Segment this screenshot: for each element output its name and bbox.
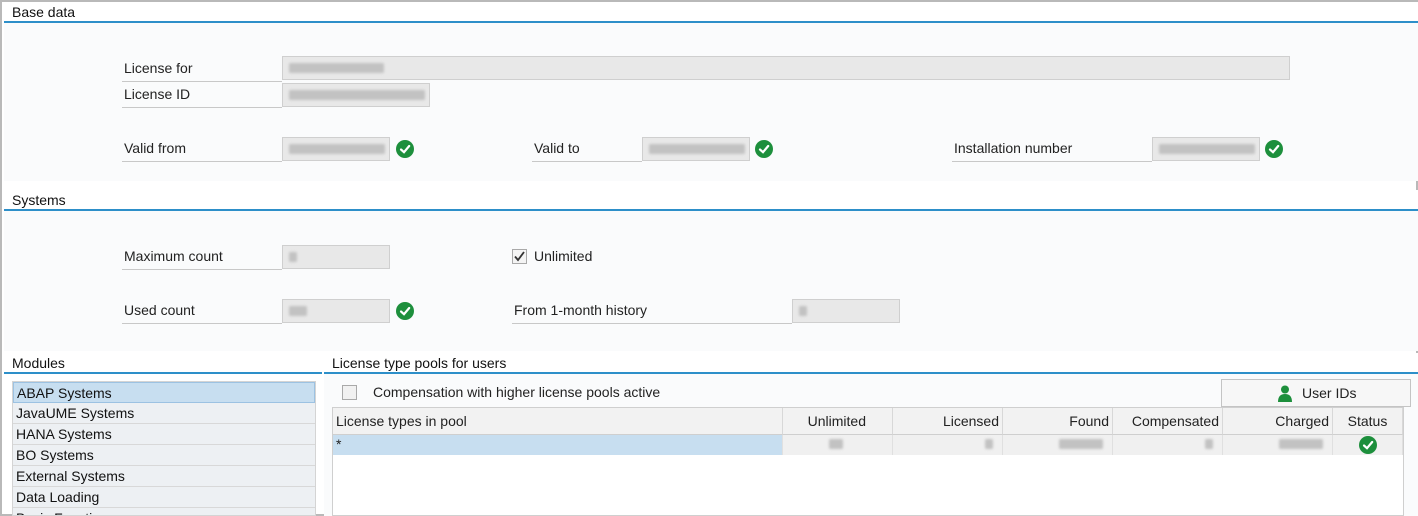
pools-header: License type pools for users [324, 353, 1418, 374]
license-window: Base data License for License ID Valid f… [0, 0, 1418, 516]
license-for-value-masked [289, 63, 384, 73]
base-data-title: Base data [12, 4, 76, 20]
license-id-value-masked [289, 90, 425, 100]
installation-number-check-icon [1265, 140, 1283, 158]
valid-to-field [642, 137, 750, 161]
modules-header: Modules [4, 353, 322, 374]
module-item-javaume[interactable]: JavaUME Systems [13, 403, 315, 424]
modules-list: ABAP Systems JavaUME Systems HANA System… [12, 381, 316, 516]
history-label: From 1-month history [512, 298, 792, 324]
systems-title: Systems [12, 192, 66, 208]
license-id-field [282, 83, 430, 107]
col-header-status[interactable]: Status [1333, 408, 1403, 435]
license-for-field [282, 56, 1290, 80]
compensation-label: Compensation with higher license pools a… [373, 384, 661, 400]
col-header-licensed[interactable]: Licensed [893, 408, 1003, 435]
base-data-header: Base data [4, 2, 1418, 23]
license-for-label: License for [122, 56, 282, 82]
module-item-abap[interactable]: ABAP Systems [13, 382, 315, 403]
base-data-body: License for License ID Valid from Valid … [4, 23, 1418, 181]
used-count-label: Used count [122, 298, 282, 324]
valid-from-value-masked [289, 144, 385, 154]
module-item-basis-functions[interactable]: Basis Functions [13, 508, 315, 515]
unlimited-label: Unlimited [534, 248, 593, 264]
valid-to-label: Valid to [532, 136, 642, 162]
modules-title: Modules [12, 355, 65, 371]
installation-number-field [1152, 137, 1260, 161]
cell-licensed-masked [985, 439, 993, 449]
used-count-field [282, 299, 390, 323]
cell-charged [1223, 435, 1333, 455]
cell-license-type[interactable]: * [333, 435, 783, 455]
cell-found [1003, 435, 1113, 455]
systems-body: Maximum count Unlimited Used count From … [4, 211, 1418, 351]
history-value-masked [799, 306, 807, 316]
cell-compensated-masked [1205, 439, 1213, 449]
module-item-data-loading[interactable]: Data Loading [13, 487, 315, 508]
cell-licensed [893, 435, 1003, 455]
col-header-found[interactable]: Found [1003, 408, 1113, 435]
valid-to-check-icon [755, 140, 773, 158]
valid-from-field [282, 137, 390, 161]
module-item-hana[interactable]: HANA Systems [13, 424, 315, 445]
history-field [792, 299, 900, 323]
unlimited-checkbox[interactable] [512, 249, 527, 264]
cell-charged-masked [1279, 439, 1323, 449]
col-header-charged[interactable]: Charged [1223, 408, 1333, 435]
installation-number-value-masked [1159, 144, 1255, 154]
cell-compensated [1113, 435, 1223, 455]
col-header-unlimited[interactable]: Unlimited [783, 408, 893, 435]
user-ids-button[interactable]: User IDs [1221, 379, 1411, 407]
license-id-label: License ID [122, 82, 282, 108]
col-header-compensated[interactable]: Compensated [1113, 408, 1223, 435]
valid-to-value-masked [649, 144, 745, 154]
col-header-license-types[interactable]: License types in pool [333, 408, 783, 435]
maximum-count-field [282, 245, 390, 269]
installation-number-label: Installation number [952, 136, 1152, 162]
compensation-checkbox[interactable] [342, 385, 357, 400]
module-item-bo[interactable]: BO Systems [13, 445, 315, 466]
maximum-count-value-masked [289, 252, 297, 262]
cell-unlimited-masked [829, 439, 843, 449]
cell-status [1333, 435, 1403, 455]
pools-table: License types in pool Unlimited Licensed… [332, 407, 1404, 516]
user-icon [1278, 385, 1292, 402]
used-count-check-icon [396, 302, 414, 320]
status-ok-icon [1359, 436, 1377, 454]
used-count-value-masked [289, 306, 307, 316]
valid-from-check-icon [396, 140, 414, 158]
maximum-count-label: Maximum count [122, 244, 282, 270]
cell-license-type-value: * [336, 436, 342, 452]
systems-header: Systems [4, 190, 1418, 211]
pools-title: License type pools for users [332, 355, 507, 371]
user-ids-button-label: User IDs [1302, 385, 1357, 401]
cell-unlimited [783, 435, 893, 455]
cell-found-masked [1059, 439, 1103, 449]
module-item-external[interactable]: External Systems [13, 466, 315, 487]
valid-from-label: Valid from [122, 136, 282, 162]
